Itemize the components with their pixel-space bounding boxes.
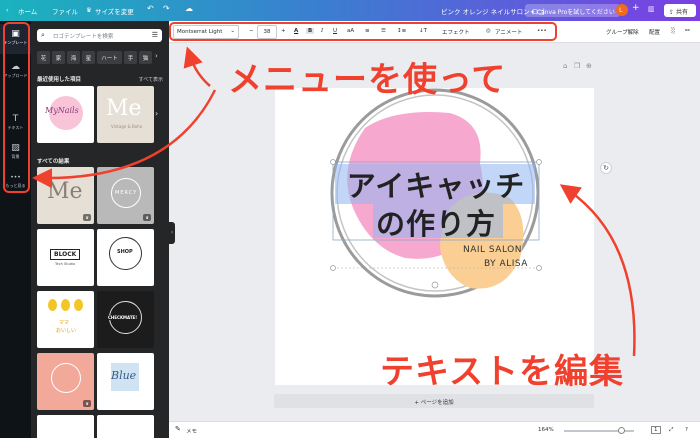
annotation-edit-text: テキストを編集 bbox=[380, 352, 624, 392]
annotation-menu: メニューを使って bbox=[228, 60, 507, 100]
